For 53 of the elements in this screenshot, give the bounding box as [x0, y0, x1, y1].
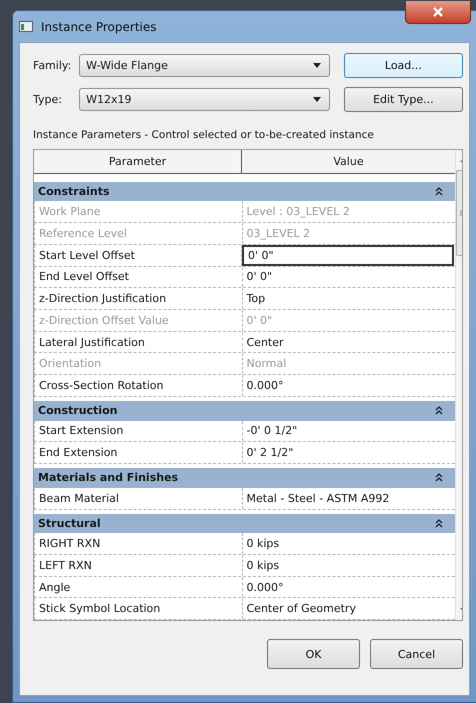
parameter-name: Orientation	[35, 353, 242, 374]
parameter-name: End Level Offset	[35, 266, 242, 288]
collapse-chevron-icon	[435, 518, 443, 528]
parameter-name: z-Direction Offset Value	[35, 310, 242, 331]
parameter-name: Lateral Justification	[35, 332, 242, 352]
collapse-chevron-icon	[435, 406, 443, 416]
window-icon	[19, 21, 33, 32]
ok-button[interactable]: OK	[267, 639, 360, 669]
parameter-value[interactable]: 0' 0"	[242, 266, 455, 288]
parameter-value[interactable]: Center	[242, 332, 455, 352]
parameter-name: RIGHT RXN	[35, 533, 242, 554]
section-header[interactable]: Construction	[34, 400, 455, 421]
section-header[interactable]: Structural	[34, 514, 455, 534]
parameter-value[interactable]: -0' 0 1/2"	[242, 420, 455, 442]
parameter-name: Start Extension	[35, 420, 242, 442]
dropdown-arrow-icon	[312, 63, 321, 68]
parameter-value[interactable]: 0.000°	[242, 375, 455, 396]
column-header: Parameter	[34, 150, 242, 173]
section-header[interactable]: Constraints	[34, 182, 455, 202]
parameter-value[interactable]: Center of Geometry	[242, 598, 455, 620]
parameter-name: Work Plane	[35, 201, 242, 222]
parameter-value[interactable]: 0 kips	[242, 533, 455, 554]
collapse-chevron-icon	[435, 473, 443, 482]
parameter-value[interactable]: 0 kips	[242, 554, 455, 576]
window-title: Instance Properties	[41, 20, 156, 34]
type-dropdown[interactable]: W12x19	[79, 88, 330, 111]
parameter-value[interactable]: Top	[242, 288, 455, 310]
column-header: Value	[332, 154, 365, 170]
parameter-name: z-Direction Justification	[35, 288, 242, 310]
section-caption: Instance Parameters - Control selected or to-be-created instance	[33, 129, 375, 141]
load-button[interactable]: Load...	[344, 53, 463, 78]
field-label: Family:	[33, 59, 72, 72]
parameter-value[interactable]: 0' 2 1/2"	[242, 442, 455, 464]
parameter-name: End Extension	[35, 442, 242, 464]
parameter-name: LEFT RXN	[35, 554, 242, 576]
parameter-name: Beam Material	[35, 488, 242, 509]
edit-type-button[interactable]: Edit Type...	[344, 87, 463, 112]
family-dropdown[interactable]: W-Wide Flange	[79, 54, 330, 77]
parameter-name: Angle	[35, 576, 242, 598]
parameter-value[interactable]: Metal - Steel - ASTM A992	[242, 488, 455, 509]
parameter-name: Start Level Offset	[35, 244, 242, 266]
parameter-value[interactable]: 0' 0"	[242, 244, 454, 266]
parameter-value[interactable]: 0.000°	[242, 576, 455, 598]
field-label: Type:	[33, 93, 63, 106]
parameter-name: Stick Symbol Location	[35, 598, 242, 620]
close-button[interactable]	[405, 1, 471, 24]
parameter-name: Cross-Section Rotation	[35, 375, 242, 396]
collapse-chevron-icon	[435, 187, 443, 196]
section-header[interactable]: Materials and Finishes	[34, 468, 455, 488]
cancel-button[interactable]: Cancel	[370, 639, 463, 669]
close-icon	[433, 7, 443, 17]
parameter-name: Reference Level	[35, 223, 242, 244]
dropdown-arrow-icon	[312, 97, 321, 102]
